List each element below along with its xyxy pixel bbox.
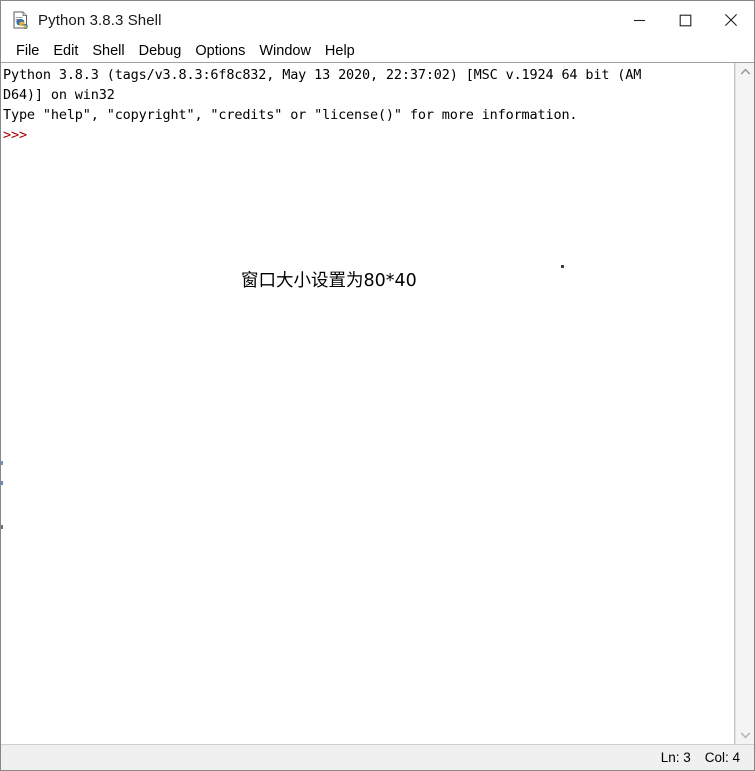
- minimize-button[interactable]: [616, 1, 662, 39]
- vertical-scrollbar[interactable]: [735, 63, 754, 744]
- idle-python-icon: [12, 11, 30, 29]
- menu-window[interactable]: Window: [252, 40, 318, 62]
- scroll-up-icon[interactable]: [736, 63, 755, 81]
- status-bar: Ln: 3 Col: 4: [1, 744, 754, 770]
- close-button[interactable]: [708, 1, 754, 39]
- scrollbar-track[interactable]: [736, 81, 755, 726]
- shell-prompt: >>>: [3, 127, 27, 143]
- shell-content: Python 3.8.3 (tags/v3.8.3:6f8c832, May 1…: [1, 63, 754, 744]
- title-bar: Python 3.8.3 Shell: [1, 1, 754, 39]
- idle-shell-window: Python 3.8.3 Shell File Edit Shell Debug…: [0, 0, 755, 771]
- maximize-button[interactable]: [662, 1, 708, 39]
- menu-help[interactable]: Help: [318, 40, 362, 62]
- menu-edit[interactable]: Edit: [46, 40, 85, 62]
- console-line: Python 3.8.3 (tags/v3.8.3:6f8c832, May 1…: [3, 67, 642, 83]
- menu-options[interactable]: Options: [188, 40, 252, 62]
- console-line: D64)] on win32: [3, 87, 115, 103]
- menu-shell[interactable]: Shell: [85, 40, 131, 62]
- console-line: Type "help", "copyright", "credits" or "…: [3, 107, 578, 123]
- shell-text-area[interactable]: Python 3.8.3 (tags/v3.8.3:6f8c832, May 1…: [1, 63, 735, 744]
- window-controls: [616, 1, 754, 39]
- title-bar-left: Python 3.8.3 Shell: [1, 11, 162, 29]
- menu-bar: File Edit Shell Debug Options Window Hel…: [1, 39, 754, 63]
- status-line-number: Ln: 3: [660, 750, 691, 765]
- menu-file[interactable]: File: [9, 40, 46, 62]
- menu-debug[interactable]: Debug: [132, 40, 189, 62]
- status-column-number: Col: 4: [704, 750, 740, 765]
- program-output-text: 窗口大小设置为80*40: [241, 271, 417, 291]
- cursor-artifact-dot: [561, 265, 564, 268]
- window-title: Python 3.8.3 Shell: [38, 11, 162, 29]
- scroll-down-icon[interactable]: [736, 726, 755, 744]
